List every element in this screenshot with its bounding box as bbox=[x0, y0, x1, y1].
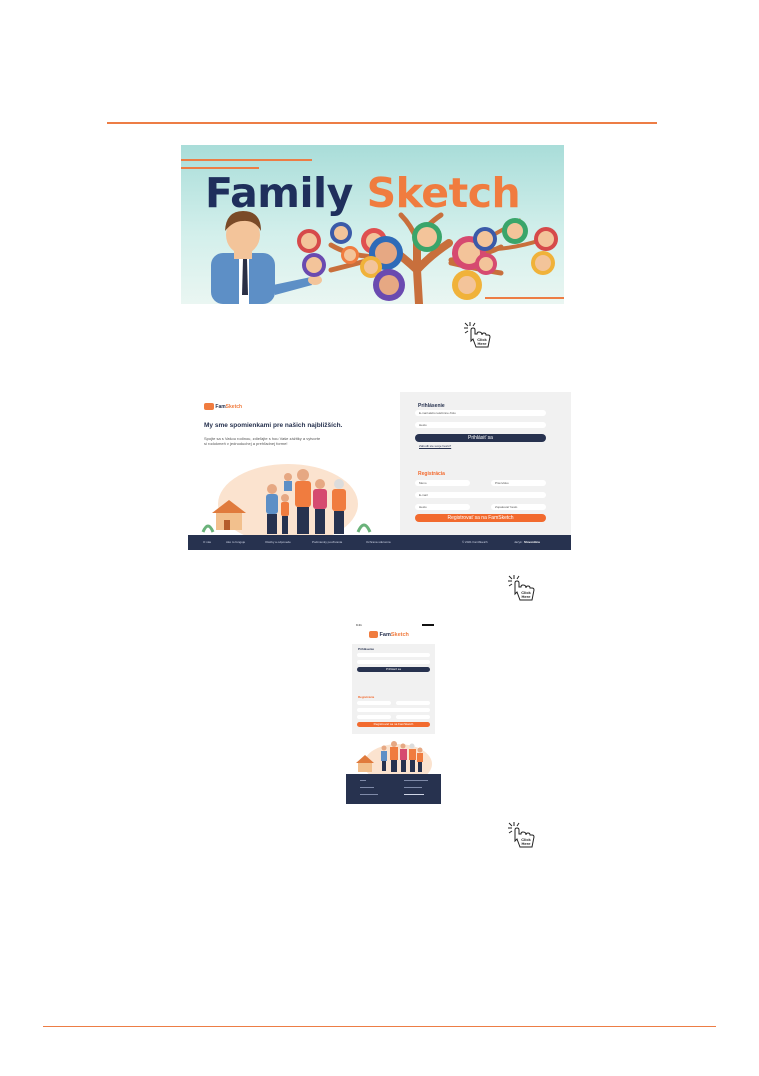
register-email-placeholder: E-mail bbox=[419, 493, 428, 497]
mobile-register-title: Registrácia bbox=[358, 695, 375, 699]
svg-text:Here: Here bbox=[478, 341, 488, 346]
mobile-status-icons bbox=[422, 624, 434, 626]
mobile-auth-panel: Prihlásenie Prihlásiť sa Registrácia Reg… bbox=[352, 644, 435, 734]
click-here-icon[interactable]: Click Here bbox=[462, 320, 492, 350]
register-title: Registrácia bbox=[418, 471, 445, 477]
login-email-placeholder: E-mail alebo telefónne číslo bbox=[419, 411, 456, 415]
logo-text-fam: Fam bbox=[379, 631, 391, 638]
mobile-register-password-repeat-field[interactable] bbox=[396, 715, 430, 719]
footer-link[interactable]: Otázky a odpovede bbox=[265, 540, 291, 544]
register-button[interactable]: Registrovať sa na FamSketch bbox=[415, 514, 546, 522]
register-surname-field[interactable]: Priezvisko bbox=[491, 480, 546, 486]
footer-link[interactable]: Ochrana súkromia bbox=[366, 540, 391, 544]
login-title: Prihlásenie bbox=[418, 403, 445, 409]
top-divider bbox=[107, 122, 657, 124]
footer-link[interactable]: Podmienky používania bbox=[312, 540, 342, 544]
family-illustration bbox=[201, 464, 372, 535]
family-sketch-banner: Family Sketch bbox=[181, 145, 564, 304]
footer-language-label: Jazyk: bbox=[514, 540, 523, 544]
forgot-password-link[interactable]: Zabudli ste svoje heslo? bbox=[419, 444, 451, 448]
mobile-register-password-field[interactable] bbox=[357, 715, 391, 719]
footer-language-select[interactable]: Slovenčina bbox=[524, 540, 540, 544]
login-button[interactable]: Prihlásiť sa bbox=[415, 434, 546, 442]
logo-text-sketch: Sketch bbox=[390, 631, 409, 638]
mobile-login-email-field[interactable] bbox=[357, 653, 430, 657]
register-password-repeat-placeholder: Zopakovať heslo bbox=[495, 505, 518, 509]
mobile-screenshot: 9:41 FamSketch Prihlásenie Prihlásiť sa … bbox=[346, 622, 441, 804]
register-name-field[interactable]: Meno bbox=[415, 480, 470, 486]
desktop-screenshot: FamSketch My sme spomienkami pre našich … bbox=[188, 392, 571, 550]
register-surname-placeholder: Priezvisko bbox=[495, 481, 509, 485]
family-tree-illustration bbox=[211, 211, 558, 304]
register-password-field[interactable]: Heslo bbox=[415, 504, 470, 510]
desktop-auth-panel: Prihlásenie E-mail alebo telefónne číslo… bbox=[400, 392, 571, 535]
mobile-family-illustration bbox=[346, 741, 441, 804]
login-password-placeholder: Heslo bbox=[419, 423, 427, 427]
mobile-login-button[interactable]: Prihlásiť sa bbox=[357, 667, 430, 672]
footer-link[interactable]: O nás bbox=[203, 540, 211, 544]
login-email-field[interactable]: E-mail alebo telefónne číslo bbox=[415, 410, 546, 416]
click-here-icon[interactable]: Click Here bbox=[506, 573, 536, 603]
register-password-placeholder: Heslo bbox=[419, 505, 427, 509]
register-name-placeholder: Meno bbox=[419, 481, 427, 485]
mobile-login-password-field[interactable] bbox=[357, 660, 430, 664]
mobile-register-name-field[interactable] bbox=[357, 701, 391, 705]
mobile-register-email-field[interactable] bbox=[357, 708, 430, 712]
svg-text:Here: Here bbox=[522, 594, 532, 599]
click-here-icon[interactable]: Click Here bbox=[506, 820, 536, 850]
register-email-field[interactable]: E-mail bbox=[415, 492, 546, 498]
mobile-status-time: 9:41 bbox=[356, 623, 362, 627]
footer-copyright: © 2021 FamSketch bbox=[462, 540, 488, 544]
mobile-register-surname-field[interactable] bbox=[396, 701, 430, 705]
mobile-register-button[interactable]: Registrovať sa na FamSketch bbox=[357, 722, 430, 727]
desktop-footer: O nás Ako to funguje Otázky a odpovede P… bbox=[188, 535, 571, 550]
svg-text:Here: Here bbox=[522, 841, 532, 846]
tree-illustration bbox=[297, 212, 558, 304]
login-password-field[interactable]: Heslo bbox=[415, 422, 546, 428]
desktop-landing-panel: FamSketch My sme spomienkami pre našich … bbox=[188, 392, 400, 535]
mobile-login-title: Prihlásenie bbox=[358, 647, 375, 651]
footer-link[interactable]: Ako to funguje bbox=[226, 540, 245, 544]
register-password-repeat-field[interactable]: Zopakovať heslo bbox=[491, 504, 546, 510]
mobile-logo[interactable]: FamSketch bbox=[369, 631, 409, 638]
logo-icon bbox=[369, 631, 378, 638]
bottom-divider bbox=[43, 1026, 716, 1027]
